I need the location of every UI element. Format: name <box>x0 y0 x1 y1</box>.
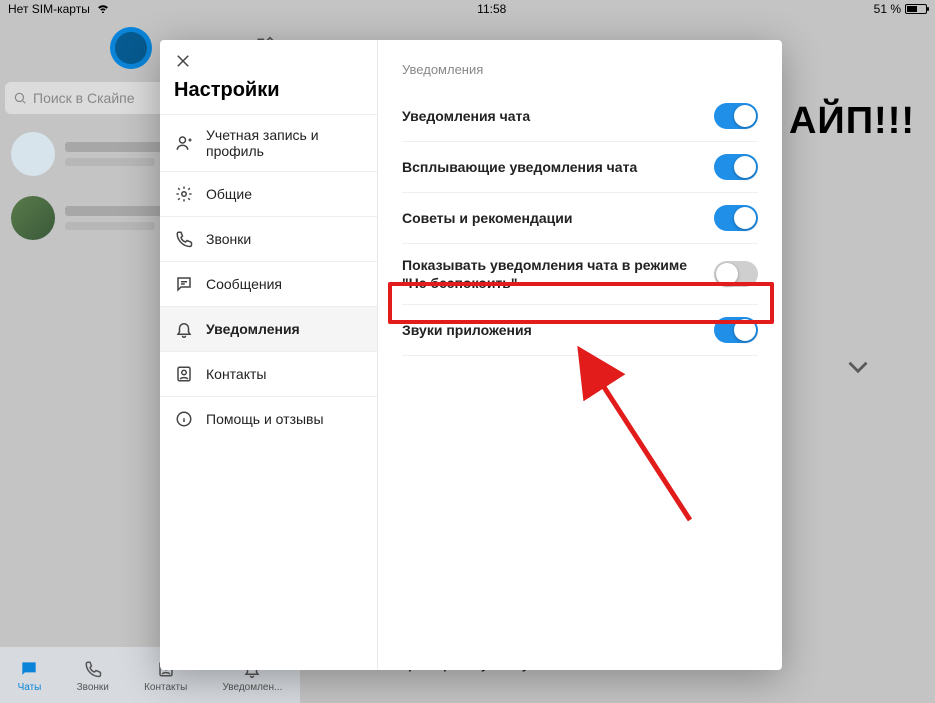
phone-icon <box>82 658 104 680</box>
person-icon <box>174 133 194 153</box>
chat-icon <box>18 658 40 680</box>
row-popup-notifications: Всплывающие уведомления чата <box>402 142 758 193</box>
setting-label: Советы и рекомендации <box>402 209 587 227</box>
phone-icon <box>174 229 194 249</box>
settings-title: Настройки <box>160 79 377 114</box>
nav-item-notifications[interactable]: Уведомления <box>160 306 377 351</box>
row-app-sounds: Звуки приложения <box>402 305 758 356</box>
nav-label: Сообщения <box>206 276 282 292</box>
sim-status: Нет SIM-карты <box>8 2 90 16</box>
setting-label: Показывать уведомления чата в режиме "Не… <box>402 256 714 292</box>
nav-item-messaging[interactable]: Сообщения <box>160 261 377 306</box>
nav-label: Звонки <box>206 231 251 247</box>
gear-icon <box>174 184 194 204</box>
bell-icon <box>174 319 194 339</box>
info-icon <box>174 409 194 429</box>
nav-label: Общие <box>206 186 252 202</box>
battery-percent: 51 % <box>874 2 901 16</box>
nav-label: Учетная запись и профиль <box>206 127 363 159</box>
nav-item-calls[interactable]: Звонки <box>160 216 377 261</box>
setting-label: Звуки приложения <box>402 321 546 339</box>
nav-item-general[interactable]: Общие <box>160 171 377 216</box>
settings-modal: Настройки Учетная запись и профиль Общие… <box>160 40 782 670</box>
battery-icon <box>905 4 927 14</box>
background-banner-text: АЙП!!! <box>789 100 915 143</box>
contacts-icon <box>174 364 194 384</box>
toggle-chat-notifications[interactable] <box>714 103 758 129</box>
setting-label: Всплывающие уведомления чата <box>402 158 651 176</box>
wifi-icon <box>96 2 110 16</box>
row-dnd-notifications: Показывать уведомления чата в режиме "Не… <box>402 244 758 305</box>
nav-label: Контакты <box>206 366 266 382</box>
row-tips: Советы и рекомендации <box>402 193 758 244</box>
nav-item-account[interactable]: Учетная запись и профиль <box>160 114 377 171</box>
tab-calls: Звонки <box>77 658 109 693</box>
panel-title: Уведомления <box>402 62 758 77</box>
status-bar: Нет SIM-карты 11:58 51 % <box>0 0 935 18</box>
clock: 11:58 <box>477 2 506 16</box>
nav-item-help[interactable]: Помощь и отзывы <box>160 396 377 441</box>
message-icon <box>174 274 194 294</box>
toggle-tips[interactable] <box>714 205 758 231</box>
nav-label: Уведомления <box>206 321 300 337</box>
nav-item-contacts[interactable]: Контакты <box>160 351 377 396</box>
chevron-down-icon <box>841 350 875 389</box>
profile-avatar <box>110 27 152 69</box>
settings-panel: Уведомления Уведомления чата Всплывающие… <box>378 40 782 670</box>
toggle-app-sounds[interactable] <box>714 317 758 343</box>
close-button[interactable] <box>160 40 377 79</box>
setting-label: Уведомления чата <box>402 107 544 125</box>
toggle-dnd-notifications[interactable] <box>714 261 758 287</box>
search-placeholder: Поиск в Скайпе <box>33 90 135 106</box>
toggle-popup-notifications[interactable] <box>714 154 758 180</box>
nav-label: Помощь и отзывы <box>206 411 324 427</box>
settings-sidebar: Настройки Учетная запись и профиль Общие… <box>160 40 378 670</box>
row-chat-notifications: Уведомления чата <box>402 91 758 142</box>
tab-chats: Чаты <box>18 658 42 693</box>
